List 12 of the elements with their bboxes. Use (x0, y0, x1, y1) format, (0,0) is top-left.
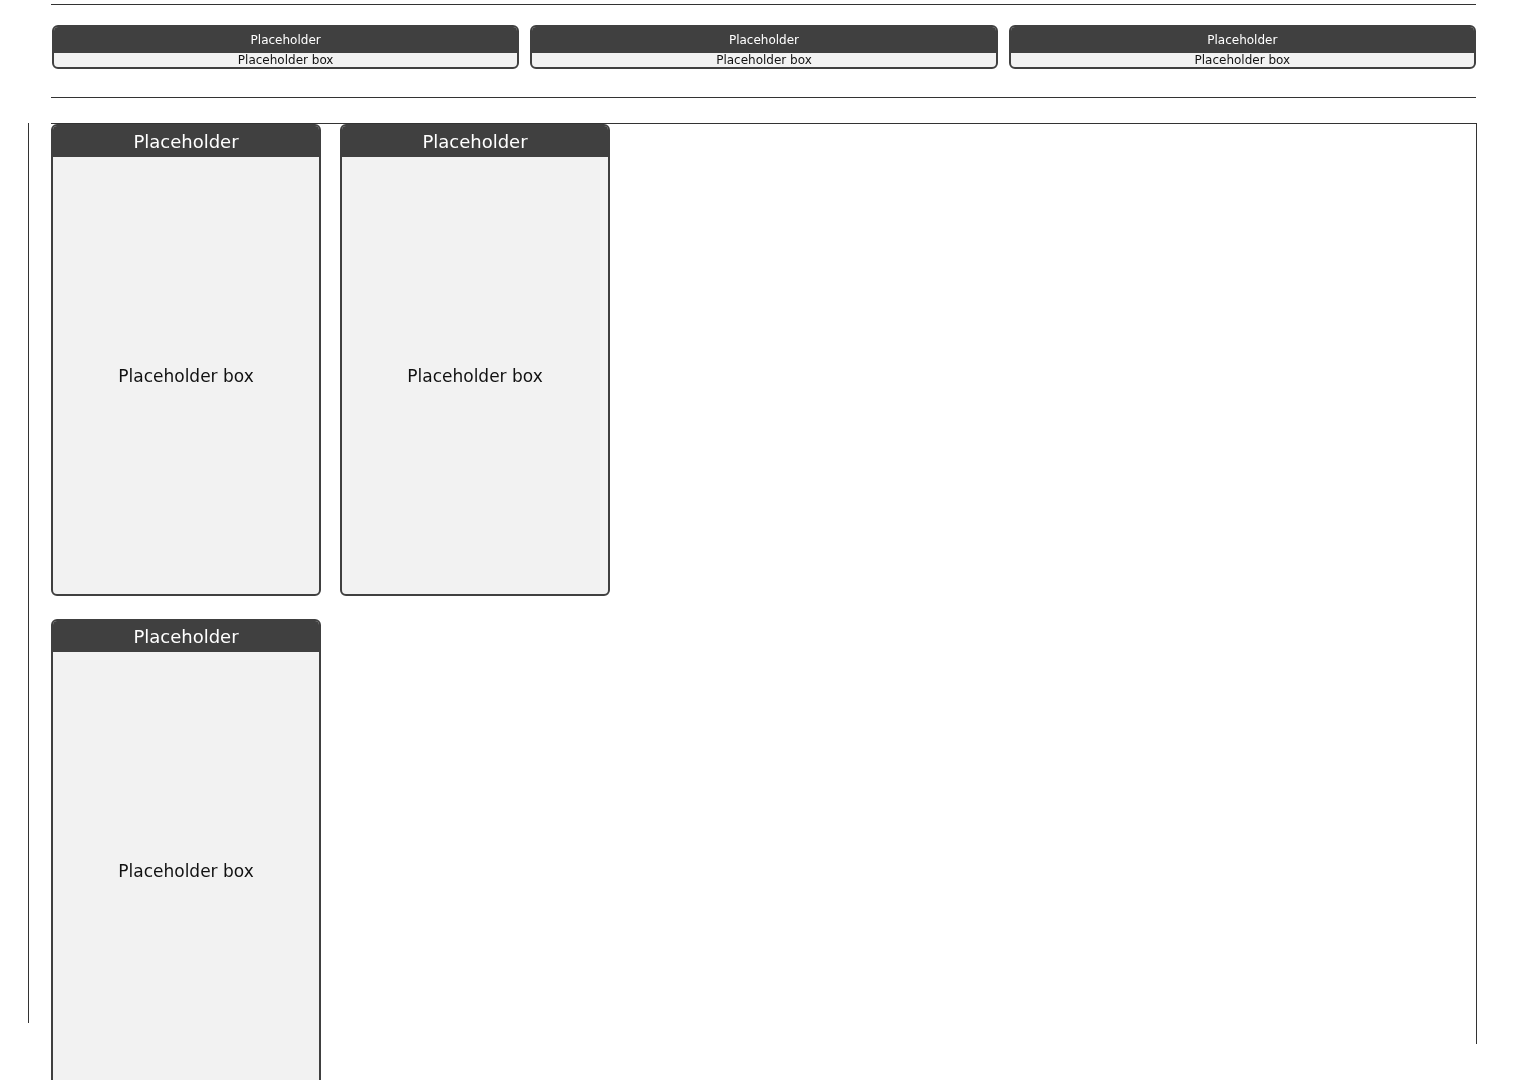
card-title: Placeholder (1010, 27, 1474, 53)
card-text: Placeholder box (237, 53, 334, 67)
card-text: Placeholder box (118, 860, 254, 881)
card-title: Placeholder (54, 27, 518, 53)
card-text: Placeholder box (716, 53, 812, 67)
card-title: Placeholder (53, 621, 319, 652)
card-title: Placeholder (53, 126, 319, 157)
card-text: Placeholder box (407, 365, 543, 386)
card-title: Placeholder (342, 126, 608, 157)
card-title: Placeholder (532, 27, 996, 53)
card-text: Placeholder box (118, 365, 254, 386)
card-text: Placeholder box (1194, 53, 1291, 67)
